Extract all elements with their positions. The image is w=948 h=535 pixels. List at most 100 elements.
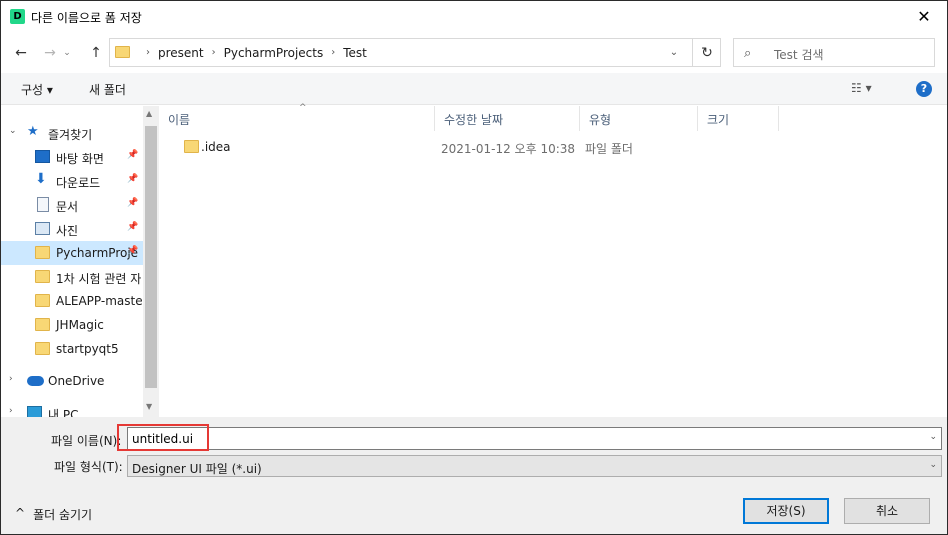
sidebar-item-label: 다운로드: [56, 176, 101, 190]
search-placeholder: Test 검색: [774, 48, 824, 62]
search-input[interactable]: ⌕ Test 검색: [733, 38, 935, 67]
chevron-down-icon: ⌄: [63, 48, 71, 58]
pin-icon: 📌: [127, 246, 139, 256]
folder-icon: [35, 294, 50, 307]
save-button[interactable]: 저장(S): [743, 498, 829, 524]
chevron-right-icon: ›: [211, 47, 216, 58]
breadcrumb-present[interactable]: present: [158, 46, 204, 60]
column-header-name[interactable]: 이름 ^: [159, 103, 435, 131]
arrow-left-icon: ←: [15, 45, 27, 61]
sidebar-item-label: 즐겨찾기: [48, 128, 93, 142]
star-icon: ★: [27, 124, 39, 139]
folder-icon: [35, 318, 50, 331]
back-button[interactable]: ←: [10, 43, 32, 63]
sidebar-item-onedrive[interactable]: › OneDrive: [1, 369, 143, 393]
forward-button[interactable]: →: [39, 43, 61, 63]
hide-folders-toggle[interactable]: ^ 폴더 숨기기: [15, 506, 92, 523]
folder-icon: [35, 246, 50, 259]
file-date: 2021-01-12 오후 10:38: [441, 142, 576, 156]
folder-icon: [35, 270, 50, 283]
document-icon: [37, 197, 49, 212]
sidebar-item-label: OneDrive: [48, 374, 105, 388]
breadcrumb-pycharmprojects[interactable]: PycharmProjects: [224, 46, 324, 60]
filename-field[interactable]: untitled.ui ⌄: [127, 427, 942, 450]
download-icon: ⬇: [35, 171, 47, 187]
sidebar-item-jhmagic[interactable]: JHMagic: [1, 313, 143, 337]
sidebar-item-downloads[interactable]: ⬇ 다운로드 📌: [1, 169, 143, 193]
pin-icon: 📌: [127, 222, 139, 232]
hide-folders-label: 폴더 숨기기: [33, 508, 93, 522]
help-icon[interactable]: ?: [916, 81, 932, 97]
sidebar-item-desktop[interactable]: 바탕 화면 📌: [1, 145, 143, 169]
folder-icon: [115, 46, 130, 58]
sidebar-item-label: 바탕 화면: [56, 152, 104, 166]
breadcrumb-test[interactable]: Test: [343, 46, 367, 60]
sidebar-item-pycharmprojects[interactable]: PycharmProje 📌: [1, 241, 143, 265]
filetype-label: 파일 형식(T):: [54, 460, 123, 474]
chevron-right-icon: ›: [9, 406, 13, 416]
column-header-label: 이름: [168, 113, 191, 127]
column-header-size[interactable]: 크기: [698, 106, 779, 131]
sidebar-item-label: 1차 시험 관련 자: [56, 272, 142, 286]
column-header-type[interactable]: 유형: [580, 106, 698, 131]
address-dropdown-button[interactable]: ⌄: [658, 39, 690, 66]
file-type: 파일 폴더: [585, 142, 633, 156]
navigation-pane: ⌄ ★ 즐겨찾기 바탕 화면 📌 ⬇ 다운로드 📌 문서 📌 사진 📌 Pych…: [1, 106, 159, 417]
table-row[interactable]: .idea 2021-01-12 오후 10:38 파일 폴더: [159, 136, 947, 158]
filetype-value: Designer UI 파일 (*.ui): [132, 462, 262, 476]
column-header-label: 유형: [589, 113, 612, 127]
command-toolbar: 구성 ▾ 새 폴더 ☷ ▾ ?: [1, 73, 947, 105]
organize-button[interactable]: 구성 ▾: [21, 81, 53, 98]
up-button[interactable]: ↑: [85, 43, 107, 63]
filetype-select[interactable]: Designer UI 파일 (*.ui) ⌄: [127, 455, 942, 477]
desktop-icon: [35, 150, 50, 163]
dialog-title: 다른 이름으로 폼 저장: [31, 11, 142, 25]
column-header-date[interactable]: 수정한 날짜: [435, 106, 580, 131]
pin-icon: 📌: [127, 150, 139, 160]
filename-label: 파일 이름(N):: [51, 434, 122, 448]
scrollbar-thumb[interactable]: [145, 126, 157, 388]
close-button[interactable]: ✕: [901, 1, 947, 32]
chevron-up-icon: ^: [15, 506, 26, 520]
save-options-panel: 파일 이름(N): untitled.ui ⌄ 파일 형식(T): Design…: [1, 417, 947, 534]
arrow-right-icon: →: [44, 45, 56, 61]
sidebar-item-label: 문서: [56, 200, 79, 214]
annotation-highlight: [117, 424, 209, 451]
sidebar-item-documents[interactable]: 문서 📌: [1, 193, 143, 217]
scroll-up-icon[interactable]: ▲: [146, 109, 152, 118]
chevron-right-icon: ›: [146, 47, 150, 58]
cloud-icon: [27, 376, 44, 386]
view-options-button[interactable]: ☷ ▾: [851, 81, 872, 95]
sidebar-item-startpyqt5[interactable]: startpyqt5: [1, 337, 143, 361]
sidebar-item-exam-folder[interactable]: 1차 시험 관련 자: [1, 265, 143, 289]
file-list: 이름 ^ 수정한 날짜 유형 크기 .idea 2021-01-12 오후 10…: [159, 103, 947, 417]
chevron-down-icon[interactable]: ⌄: [929, 432, 937, 442]
title-bar: D 다른 이름으로 폼 저장 ✕: [1, 1, 947, 32]
recent-locations-button[interactable]: ⌄: [61, 43, 73, 63]
pin-icon: 📌: [127, 198, 139, 208]
close-icon: ✕: [917, 7, 931, 26]
sidebar-item-quick-access[interactable]: ⌄ ★ 즐겨찾기: [1, 121, 143, 145]
sidebar-item-label: JHMagic: [56, 318, 104, 332]
address-bar[interactable]: › present › PycharmProjects › Test ⌄ ↻: [109, 38, 721, 67]
scroll-down-icon[interactable]: ▼: [146, 402, 152, 411]
pin-icon: 📌: [127, 174, 139, 184]
new-folder-button[interactable]: 새 폴더: [89, 81, 126, 98]
sidebar-item-this-pc[interactable]: › 내 PC: [1, 401, 143, 417]
folder-icon: [35, 342, 50, 355]
chevron-right-icon: ›: [331, 47, 336, 58]
chevron-down-icon: ⌄: [929, 460, 937, 470]
sidebar-item-label: PycharmProje: [56, 246, 139, 260]
sidebar-item-pictures[interactable]: 사진 📌: [1, 217, 143, 241]
column-header-label: 크기: [707, 113, 730, 127]
arrow-up-icon: ↑: [90, 45, 102, 61]
refresh-button[interactable]: ↻: [692, 39, 721, 66]
file-name: .idea: [201, 140, 231, 154]
sidebar-item-aleapp-master[interactable]: ALEAPP-master: [1, 289, 143, 313]
navigation-scrollbar[interactable]: ▲ ▼: [143, 106, 159, 417]
save-dialog-window: D 다른 이름으로 폼 저장 ✕ ← → ⌄ ↑ › present › Pyc…: [0, 0, 948, 535]
chevron-down-icon: ⌄: [669, 47, 679, 58]
sort-ascending-icon: ^: [299, 103, 307, 113]
cancel-button[interactable]: 취소: [844, 498, 930, 524]
computer-icon: [27, 406, 42, 417]
